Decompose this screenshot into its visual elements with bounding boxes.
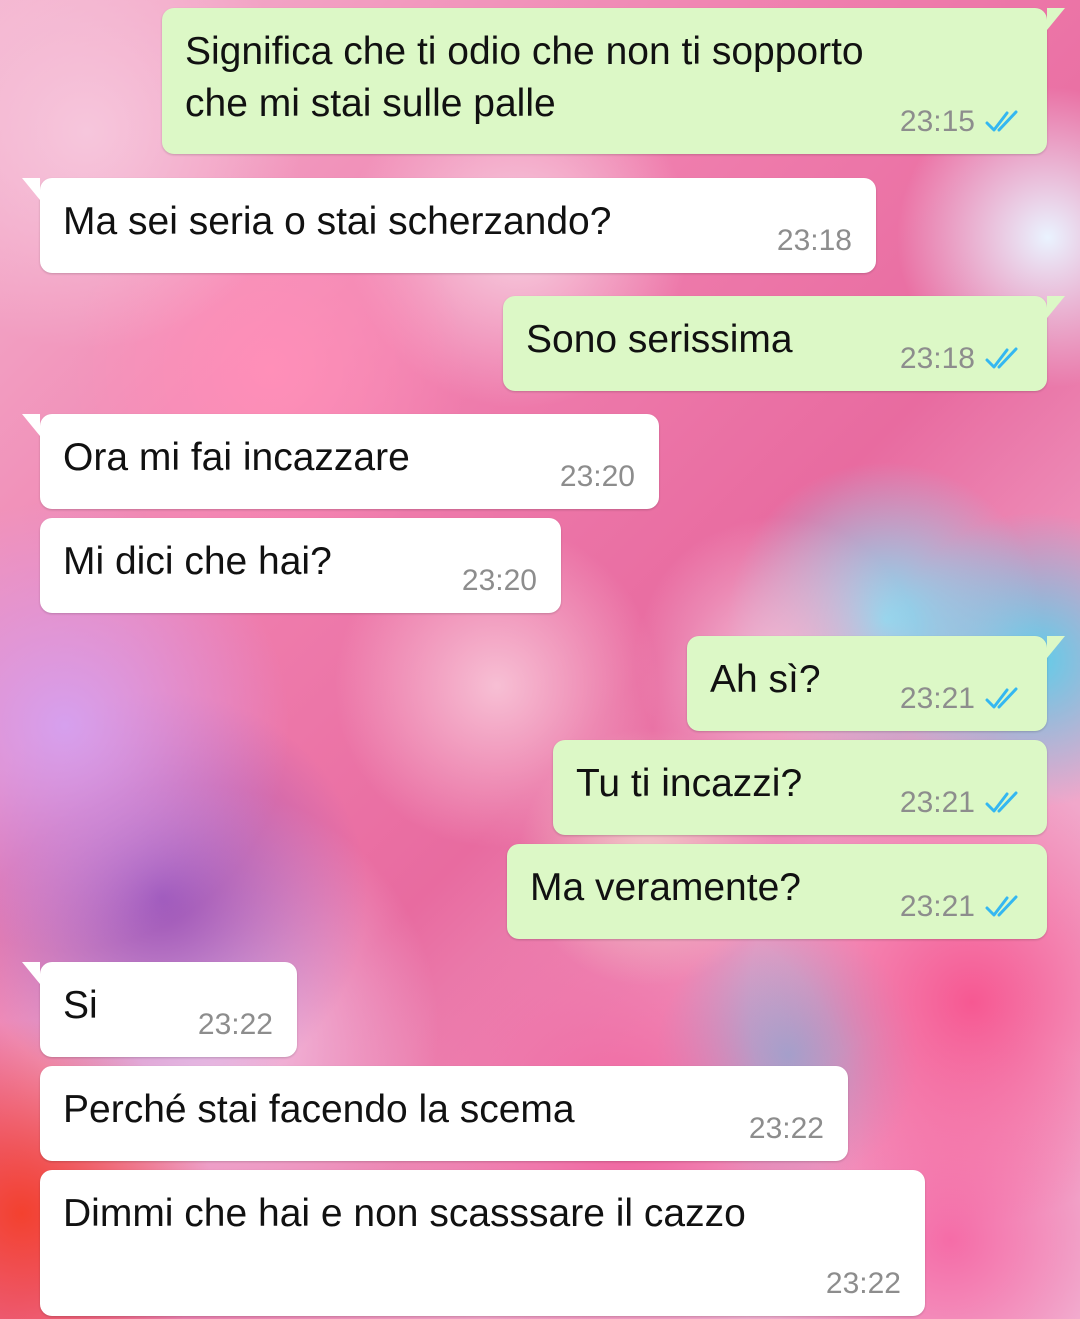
message-bubble-outgoing[interactable]: Ah sì? 23:21 xyxy=(687,636,1065,731)
message-time: 23:20 xyxy=(461,564,537,597)
message-time: 23:21 xyxy=(899,890,975,923)
message-meta: 23:20 xyxy=(560,460,635,494)
message-text: Sono serissima xyxy=(526,318,793,361)
message-time: 23:18 xyxy=(776,224,852,257)
message-bubble-outgoing[interactable]: Tu ti incazzi? 23:21 xyxy=(553,740,1047,835)
double-check-read-icon xyxy=(985,791,1018,813)
message-time: 23:22 xyxy=(197,1008,273,1041)
message-text: Dimmi che hai e non scasssare il cazzo xyxy=(63,1192,746,1235)
message-meta: 23:21 xyxy=(900,786,1023,820)
message-time: 23:22 xyxy=(825,1267,901,1300)
message-meta: 23:18 xyxy=(900,342,1023,376)
message-bubble-incoming[interactable]: Si 23:22 xyxy=(22,962,297,1057)
message-meta: 23:15 xyxy=(900,105,1023,139)
message-text: Significa che ti odio che non ti sopport… xyxy=(185,30,864,125)
message-time: 23:21 xyxy=(899,786,975,819)
message-meta: 23:22 xyxy=(749,1112,824,1146)
double-check-read-icon xyxy=(985,110,1018,132)
message-text: Ah sì? xyxy=(710,658,821,701)
message-text: Si xyxy=(63,984,98,1027)
message-meta: 23:21 xyxy=(900,682,1023,716)
double-check-read-icon xyxy=(985,347,1018,369)
message-time: 23:15 xyxy=(899,105,975,138)
message-meta: 23:22 xyxy=(826,1267,901,1301)
message-text: Ma veramente? xyxy=(530,866,801,909)
message-text: Ma sei seria o stai scherzando? xyxy=(63,200,612,243)
message-bubble-incoming[interactable]: Ma sei seria o stai scherzando? 23:18 xyxy=(22,178,876,273)
message-bubble-incoming[interactable]: Mi dici che hai? 23:20 xyxy=(40,518,561,613)
double-check-read-icon xyxy=(985,895,1018,917)
message-bubble-outgoing[interactable]: Ma veramente? 23:21 xyxy=(507,844,1047,939)
message-time: 23:21 xyxy=(899,682,975,715)
double-check-read-icon xyxy=(985,687,1018,709)
message-meta: 23:22 xyxy=(198,1008,273,1042)
message-time: 23:20 xyxy=(559,460,635,493)
message-bubble-incoming[interactable]: Perché stai facendo la scema 23:22 xyxy=(40,1066,848,1161)
message-text: Tu ti incazzi? xyxy=(576,762,803,805)
message-time: 23:22 xyxy=(748,1112,824,1145)
message-text: Ora mi fai incazzare xyxy=(63,436,410,479)
message-meta: 23:20 xyxy=(462,564,537,598)
message-meta: 23:18 xyxy=(777,224,852,258)
message-text: Mi dici che hai? xyxy=(63,540,332,583)
message-bubble-outgoing[interactable]: Significa che ti odio che non ti sopport… xyxy=(162,8,1065,154)
message-meta: 23:21 xyxy=(900,890,1023,924)
message-text: Perché stai facendo la scema xyxy=(63,1088,575,1131)
message-bubble-outgoing[interactable]: Sono serissima 23:18 xyxy=(503,296,1065,391)
message-bubble-incoming[interactable]: Dimmi che hai e non scasssare il cazzo 2… xyxy=(40,1170,925,1316)
message-time: 23:18 xyxy=(899,342,975,375)
message-bubble-incoming[interactable]: Ora mi fai incazzare 23:20 xyxy=(22,414,659,509)
